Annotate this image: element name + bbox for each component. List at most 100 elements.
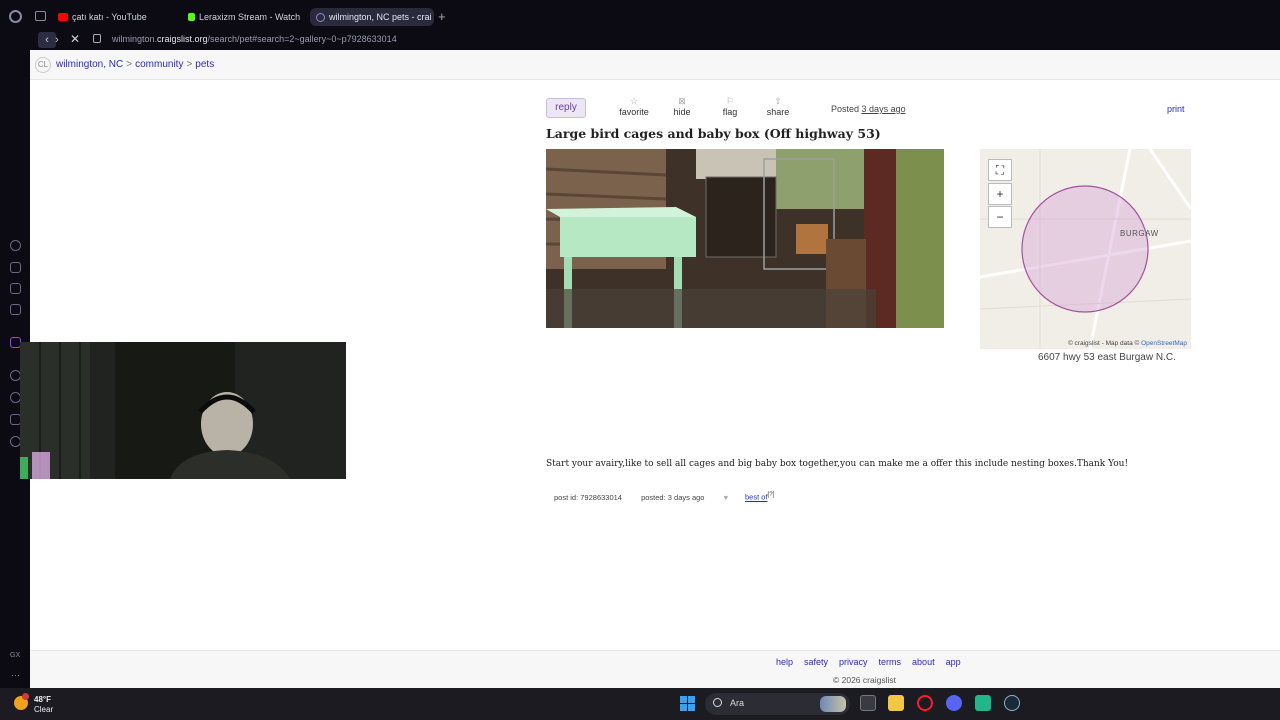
breadcrumb-community[interactable]: community	[135, 59, 183, 70]
footer-about-link[interactable]: about	[912, 657, 935, 667]
tab-overview-icon[interactable]	[35, 11, 46, 21]
webcam-overlay	[20, 342, 346, 479]
share-button[interactable]: ⇧ share	[758, 95, 798, 117]
opera-logo-icon[interactable]	[9, 10, 22, 23]
new-tab-icon[interactable]: +	[438, 9, 446, 24]
tab-youtube[interactable]: çatı katı - YouTube	[58, 8, 178, 26]
steam-icon[interactable]	[1004, 695, 1020, 711]
listing-photo[interactable]	[546, 149, 944, 328]
breadcrumb-separator: >	[126, 59, 133, 70]
breadcrumb-pets[interactable]: pets	[195, 59, 214, 70]
footer-terms-link[interactable]: terms	[879, 657, 902, 667]
screen: çatı katı - YouTube Leraxizm Stream - Wa…	[0, 0, 1280, 720]
discord-icon[interactable]	[946, 695, 962, 711]
footer: help safety privacy terms about app © 2026 cr…	[30, 650, 1280, 688]
stop-loading-button[interactable]: ✕	[70, 31, 80, 47]
breadcrumb-city[interactable]: wilmington, NC	[56, 59, 123, 70]
map-attribution: © craigslist - Map data © OpenStreetMap	[1068, 340, 1187, 347]
lock-icon[interactable]	[93, 34, 101, 43]
craigslist-logo[interactable]: CL	[35, 57, 51, 73]
file-explorer-icon[interactable]	[888, 695, 904, 711]
browser-tab-strip: çatı katı - YouTube Leraxizm Stream - Wa…	[0, 0, 1280, 30]
action-label: share	[766, 107, 790, 117]
webcam-image	[20, 342, 346, 479]
reply-button[interactable]: reply	[546, 98, 586, 118]
flag-icon: ⚐	[725, 96, 735, 106]
flag-button[interactable]: ⚐ flag	[710, 95, 750, 117]
breadcrumb-separator: >	[186, 59, 193, 70]
tab-label: Leraxizm Stream - Watch	[199, 12, 300, 22]
more-icon[interactable]: ···	[11, 670, 20, 680]
post-posted: posted: 3 days ago	[641, 492, 705, 502]
history-icon[interactable]	[10, 240, 21, 251]
footer-help-link[interactable]: help	[776, 657, 793, 667]
posted-prefix: Posted	[831, 104, 860, 114]
search-icon	[713, 698, 722, 707]
search-highlight-icon	[820, 696, 846, 712]
hide-button[interactable]: ⊠ hide	[662, 95, 702, 117]
location-map[interactable]: ⛶ + − BURGAW © craigslist - Map data © O…	[980, 149, 1191, 349]
footer-links: help safety privacy terms about app	[776, 657, 972, 667]
url-domain: craigslist.org	[157, 34, 208, 44]
weather-temperature: 48°F	[34, 695, 51, 704]
search-label: Ara	[730, 698, 745, 708]
back-button[interactable]: ‹	[38, 32, 56, 48]
zoom-in-button[interactable]: +	[988, 183, 1012, 205]
breadcrumb-links: wilmington, NC > community > pets	[56, 59, 214, 70]
mail-icon[interactable]	[10, 304, 21, 315]
url-prefix: wilmington.	[112, 34, 158, 44]
copyright: © 2026 craigslist	[833, 675, 896, 685]
opera-gx-icon[interactable]	[917, 695, 933, 711]
windows-start-icon[interactable]	[680, 696, 696, 712]
messenger-icon[interactable]	[10, 283, 21, 294]
action-label: favorite	[619, 107, 649, 117]
gx-icon[interactable]: GX	[10, 652, 20, 659]
openstreetmap-link[interactable]: OpenStreetMap	[1141, 340, 1187, 347]
weather-condition: Clear	[34, 705, 54, 714]
breadcrumb: CL wilmington, NC > community > pets	[30, 50, 1280, 80]
map-address: 6607 hwy 53 east Burgaw N.C.	[1038, 352, 1176, 363]
best-of-icon: ♥	[723, 492, 729, 502]
whatsapp-icon[interactable]	[975, 695, 991, 711]
fullscreen-button[interactable]: ⛶	[988, 159, 1012, 181]
zoom-out-button[interactable]: −	[988, 206, 1012, 228]
url-field[interactable]: wilmington.craigslist.org/search/pet#sea…	[112, 34, 397, 44]
posting-body: Start your avairy,like to sell all cages…	[546, 459, 1129, 469]
share-icon: ⇧	[774, 96, 782, 106]
kick-icon	[188, 13, 195, 21]
footer-app-link[interactable]: app	[946, 657, 961, 667]
tab-craigslist[interactable]: wilmington, NC pets - crai	[310, 8, 434, 26]
post-title: Large bird cages and baby box (Off highw…	[546, 126, 881, 141]
notification-badge	[22, 693, 29, 700]
footer-privacy-link[interactable]: privacy	[839, 657, 868, 667]
hide-icon: ⊠	[678, 96, 686, 106]
best-of-help[interactable]: [?]	[768, 491, 775, 498]
tab-label: wilmington, NC pets - crai	[329, 12, 432, 22]
url-path: /search/pet#search=2~gallery~0~p79286330…	[207, 34, 397, 44]
map-attribution-text: © craigslist - Map data ©	[1067, 340, 1140, 347]
tab-label: çatı katı - YouTube	[72, 12, 147, 22]
taskbar-search[interactable]: Ara	[705, 693, 850, 715]
tab-kick[interactable]: Leraxizm Stream - Watch	[188, 8, 300, 26]
footer-safety-link[interactable]: safety	[804, 657, 828, 667]
favorite-button[interactable]: ☆ favorite	[614, 95, 654, 117]
address-bar: ‹ › ✕ wilmington.craigslist.org/search/p…	[30, 30, 1280, 50]
loading-icon	[316, 12, 325, 22]
forward-button[interactable]: ›	[55, 32, 59, 48]
posted-ago: 3 days ago	[861, 104, 906, 114]
post-id: post id: 7928633014	[554, 492, 622, 502]
task-view-icon[interactable]	[860, 695, 876, 711]
windows-taskbar: 48°F Clear Ara	[0, 688, 1280, 720]
bag-icon[interactable]	[10, 262, 21, 273]
action-label: flag	[722, 107, 738, 117]
action-label: hide	[673, 107, 691, 117]
youtube-icon	[58, 13, 68, 21]
map-place-label: BURGAW	[1120, 229, 1159, 238]
star-icon: ☆	[629, 96, 639, 106]
weather-widget[interactable]: 48°F Clear	[34, 695, 53, 715]
best-of-link[interactable]: best of	[745, 493, 768, 502]
print-link[interactable]: print	[1167, 104, 1185, 114]
posted-date: Posted 3 days ago	[831, 104, 906, 114]
photo-illustration	[546, 149, 944, 328]
post-info: post id: 7928633014 posted: 3 days ago ♥…	[554, 491, 774, 502]
